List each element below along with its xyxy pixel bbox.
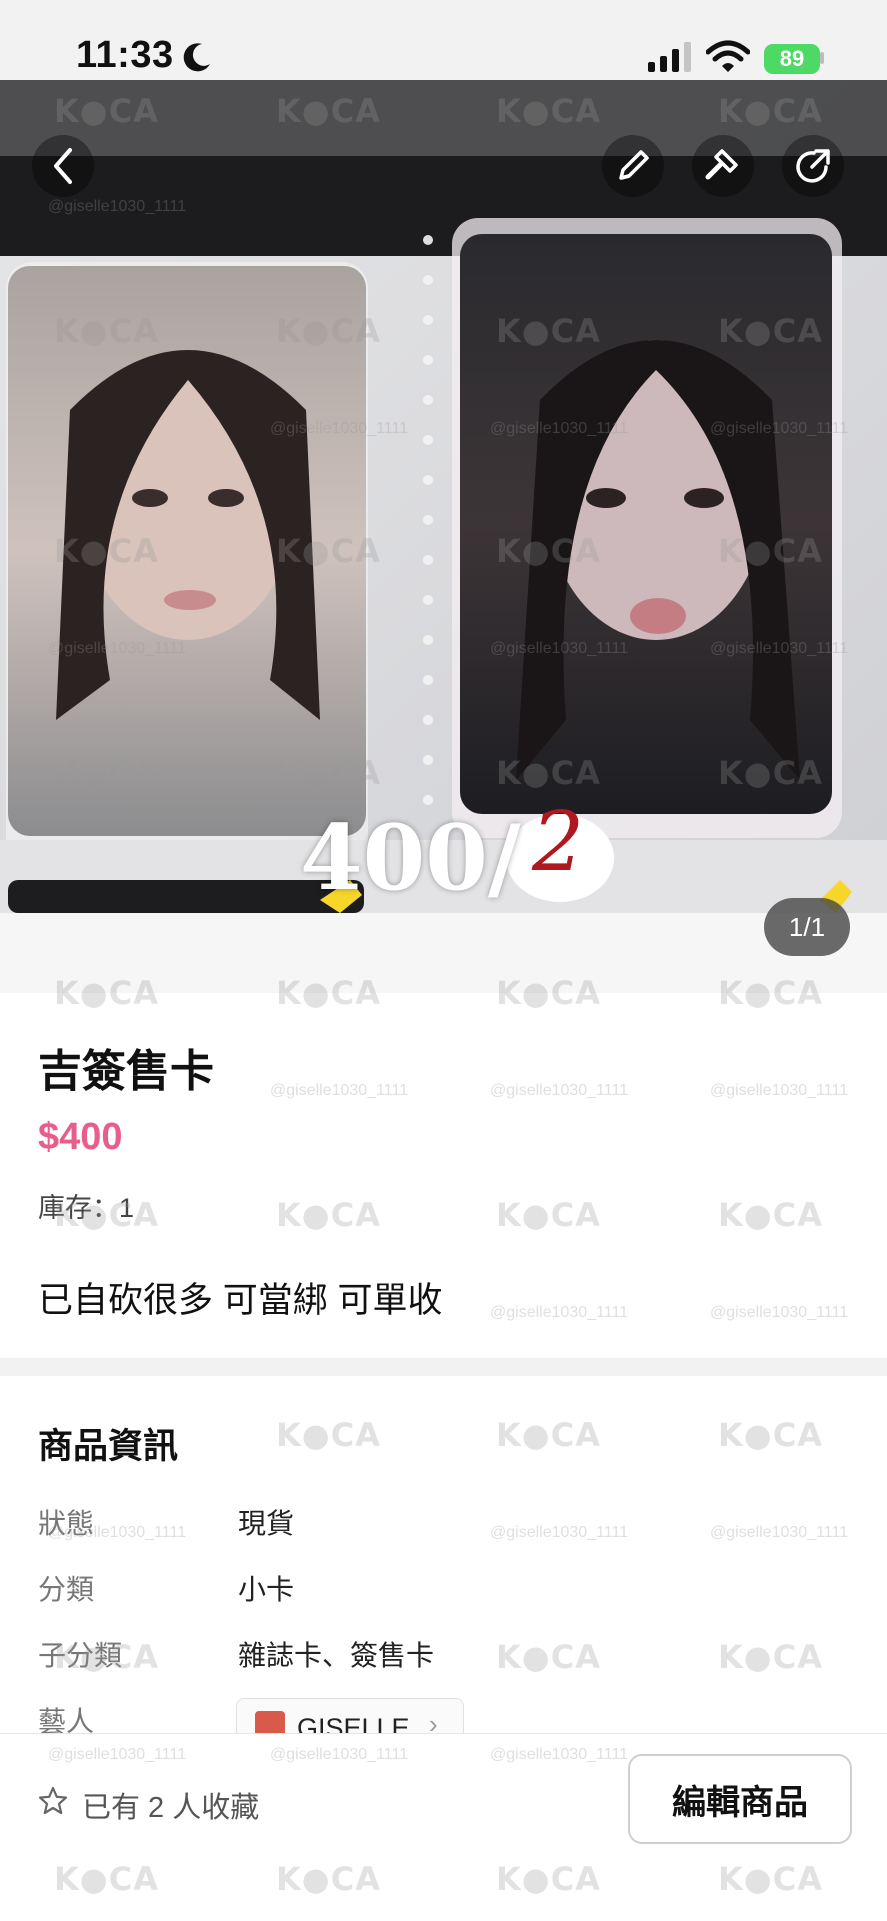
battery-level: 89 [764, 44, 820, 74]
product-photo[interactable]: 400/ 2 [0, 80, 887, 913]
info-row-category: 分類 小卡 [38, 1568, 838, 1612]
handwritten-price: 400/ [300, 805, 521, 911]
pencil-icon [619, 150, 649, 180]
chevron-left-icon [54, 148, 72, 184]
product-price: $400 [38, 1116, 123, 1158]
share-icon [796, 149, 830, 183]
section-divider [0, 1358, 887, 1376]
info-row-subcategory: 子分類 雜誌卡、簽售卡 [38, 1634, 838, 1678]
moon-icon [183, 43, 210, 72]
star-icon[interactable] [38, 1786, 68, 1816]
watermark-logo: K●CA [496, 1416, 601, 1454]
watermark-handle: @giselle1030_1111 [270, 1082, 409, 1099]
share-button[interactable] [782, 135, 844, 197]
bottom-action-bar: 已有 2 人收藏 編輯商品 [0, 1733, 887, 1921]
info-value: 現貨 [238, 1508, 295, 1539]
battery-tip [820, 52, 824, 64]
info-row-status: 狀態 現貨 [38, 1502, 838, 1546]
favorites-count: 已有 2 人收藏 [82, 1792, 260, 1824]
status-time: 11:33 [76, 34, 174, 76]
info-key: 狀態 [38, 1508, 95, 1539]
watermark-logo: K●CA [718, 1416, 823, 1454]
handwritten-mark: 2 [532, 795, 585, 890]
photo-bottom-band [0, 913, 887, 993]
watermark-handle: @giselle1030_1111 [710, 1082, 849, 1099]
product-title: 吉簽售卡 [38, 1047, 214, 1096]
edit-pencil-button[interactable] [602, 135, 664, 197]
watermark-handle: @giselle1030_1111 [490, 1304, 629, 1321]
watermark-logo: K●CA [276, 1416, 381, 1454]
back-button[interactable] [32, 135, 94, 197]
info-section-title: 商品資訊 [38, 1427, 179, 1466]
watermark-handle: @giselle1030_1111 [490, 1082, 629, 1099]
info-key: 子分類 [38, 1640, 123, 1671]
product-description: 已自砍很多 可當綁 可單收 [38, 1281, 443, 1320]
wifi-icon [706, 40, 750, 72]
hammer-icon [705, 149, 738, 180]
image-pager: 1/1 [764, 898, 850, 956]
battery-percent: 89 [779, 46, 805, 71]
edit-product-button[interactable]: 編輯商品 [628, 1754, 852, 1844]
watermark-logo: K●CA [718, 1196, 823, 1234]
photo-illustration [0, 80, 887, 913]
watermark-logo: K●CA [496, 1196, 601, 1234]
photo-header-overlay [0, 80, 887, 156]
info-key: 分類 [38, 1574, 95, 1605]
product-stock: 庫存：1 [38, 1193, 135, 1223]
cellular-signal-icon [648, 42, 691, 72]
watermark-handle: @giselle1030_1111 [710, 1304, 849, 1321]
info-value: 小卡 [238, 1574, 295, 1605]
watermark-logo: K●CA [276, 1196, 381, 1234]
info-value: 雜誌卡、簽售卡 [238, 1640, 435, 1671]
bump-button[interactable] [692, 135, 754, 197]
status-bar: 11:33 89 [0, 0, 887, 80]
